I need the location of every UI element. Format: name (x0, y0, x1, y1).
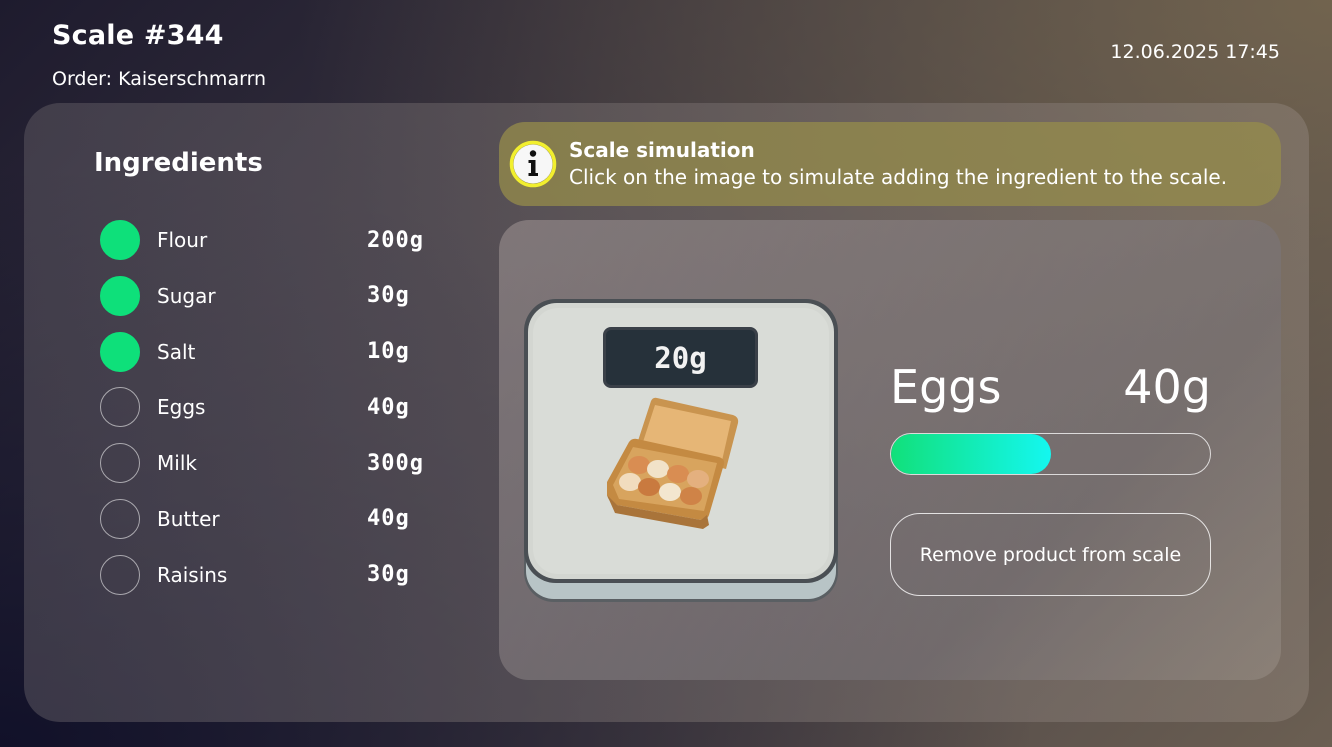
status-indicator (100, 331, 140, 372)
ingredient-amount: 300g (367, 450, 424, 476)
status-indicator (100, 220, 140, 260)
ingredient-row: Eggs 40g (100, 386, 445, 428)
remove-product-button[interactable]: Remove product from scale (890, 513, 1211, 596)
ingredient-name: Raisins (157, 562, 228, 587)
ingredient-amount: 10g (367, 339, 410, 365)
ingredient-amount: 40g (367, 394, 410, 420)
status-indicator (100, 275, 140, 316)
ingredient-row: Flour 200g (100, 219, 445, 261)
progress-fill (891, 434, 1051, 474)
current-product-name: Eggs (890, 360, 1002, 414)
datetime: 12.06.2025 17:45 (1110, 41, 1280, 63)
ingredient-list: Flour 200g Sugar 30g Salt 10g Eggs 40g M… (100, 219, 445, 610)
scale-title: Scale #344 (52, 20, 224, 51)
ingredient-amount: 200g (367, 227, 424, 253)
status-indicator (100, 387, 140, 428)
scale-display: 20g (603, 327, 758, 388)
ingredient-row: Salt 10g (100, 331, 445, 373)
ingredient-name: Eggs (157, 395, 206, 420)
info-banner: Scale simulation Click on the image to s… (499, 122, 1281, 206)
info-body: Click on the image to simulate adding th… (569, 165, 1228, 189)
ingredient-name: Milk (157, 451, 197, 476)
ingredient-name: Sugar (157, 283, 216, 308)
ingredient-name: Salt (157, 339, 196, 364)
ingredient-amount: 40g (367, 506, 410, 532)
info-icon (509, 140, 557, 188)
ingredient-name: Flour (157, 228, 208, 252)
info-text: Scale simulation Click on the image to s… (569, 137, 1227, 191)
ingredient-row: Raisins 30g (100, 554, 445, 596)
weight-progress-bar (890, 433, 1211, 475)
ingredient-amount: 30g (367, 562, 410, 588)
current-product-target: 40g (1123, 360, 1211, 414)
info-title: Scale simulation (569, 138, 755, 162)
ingredient-amount: 30g (367, 283, 410, 309)
scale-image[interactable]: 20g (521, 297, 841, 607)
ingredients-heading: Ingredients (94, 148, 263, 178)
status-indicator (100, 443, 140, 484)
ingredient-name: Butter (157, 506, 220, 531)
ingredient-row: Milk 300g (100, 442, 445, 484)
ingredient-row: Butter 40g (100, 498, 445, 540)
order-label: Order: Kaiserschmarrn (52, 68, 267, 90)
status-indicator (100, 498, 140, 539)
ingredient-row: Sugar 30g (100, 275, 445, 317)
status-indicator (100, 554, 140, 595)
